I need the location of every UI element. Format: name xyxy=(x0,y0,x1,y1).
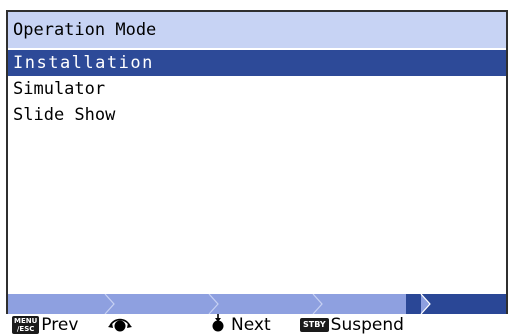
menu-esc-key-icon: MENU/ESC xyxy=(12,316,40,334)
stby-key-icon: STBY xyxy=(300,318,329,332)
progress-step-divider xyxy=(418,294,434,314)
knob-press-icon xyxy=(210,313,226,336)
menu-item-slide-show[interactable]: Slide Show xyxy=(8,102,506,128)
softkey-footer: MENU/ESC Prev Next STBY Suspend xyxy=(0,313,513,336)
next-softkey[interactable]: Next xyxy=(210,313,271,336)
menu-window: Operation Mode Installation Simulator Sl… xyxy=(6,10,508,314)
menu-item-installation[interactable]: Installation xyxy=(8,50,506,76)
operation-mode-list: Installation Simulator Slide Show xyxy=(8,50,506,128)
prev-label: Prev xyxy=(41,315,79,335)
scroll-wheel-control[interactable] xyxy=(105,314,135,336)
progress-bar xyxy=(8,294,506,314)
next-label: Next xyxy=(231,315,271,335)
prev-softkey[interactable]: MENU/ESC Prev xyxy=(12,314,78,336)
suspend-softkey[interactable]: STBY Suspend xyxy=(300,314,404,336)
suspend-label: Suspend xyxy=(330,315,404,335)
progress-step-divider xyxy=(102,294,118,314)
progress-step-divider xyxy=(310,294,326,314)
scroll-wheel-icon xyxy=(105,313,135,336)
menu-item-simulator[interactable]: Simulator xyxy=(8,76,506,102)
operation-mode-screen: Operation Mode Installation Simulator Sl… xyxy=(0,0,513,336)
progress-step-divider xyxy=(206,294,222,314)
window-title: Operation Mode xyxy=(8,12,506,48)
